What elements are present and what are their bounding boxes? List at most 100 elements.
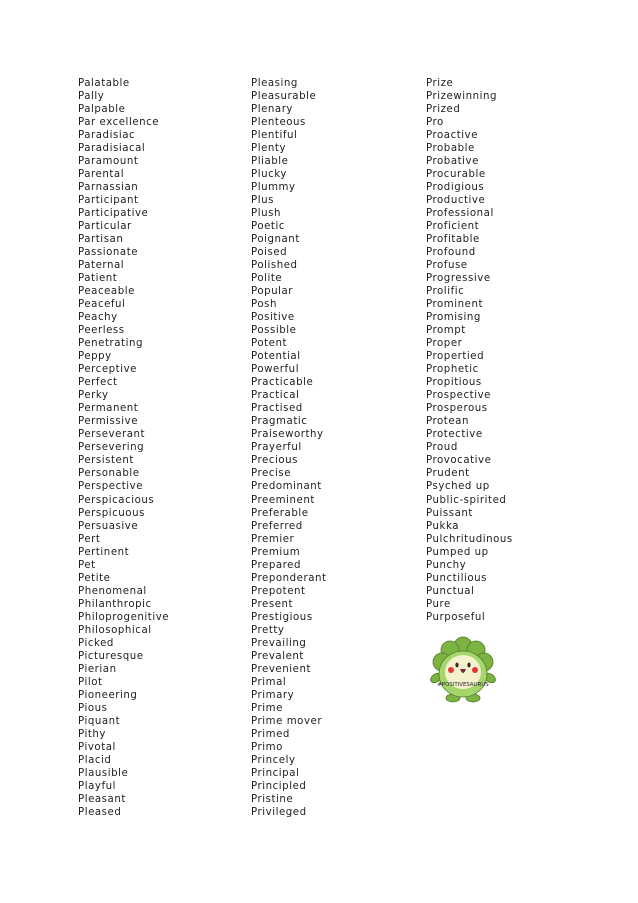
document-page: Palatable Pally Palpable Par excellence Para… bbox=[0, 0, 638, 903]
word-item: Professional bbox=[426, 208, 494, 220]
word-item: Prayerful bbox=[251, 442, 302, 454]
word-item: Perspective bbox=[78, 481, 144, 493]
word-item: Purposeful bbox=[426, 611, 486, 623]
positivesaurus-mascot-image: #POSITIVESAURUS bbox=[430, 636, 496, 703]
word-item: Prodigious bbox=[426, 182, 485, 194]
word-item: Propertied bbox=[426, 351, 485, 363]
word-item: Persistent bbox=[78, 455, 134, 467]
word-item: Prevenient bbox=[251, 663, 311, 675]
word-item: Prized bbox=[426, 104, 461, 116]
word-item: Parnassian bbox=[78, 182, 139, 194]
word-item: Pumped up bbox=[426, 546, 489, 558]
word-item: Passionate bbox=[78, 247, 139, 259]
word-item: Philoprogenitive bbox=[78, 611, 170, 623]
word-item: Pleasing bbox=[251, 78, 298, 89]
word-item: Probable bbox=[426, 143, 475, 155]
word-item: Powerful bbox=[251, 364, 300, 376]
word-item: Practicable bbox=[251, 377, 314, 389]
word-item: Prominent bbox=[426, 299, 484, 311]
word-item: Primo bbox=[251, 741, 283, 753]
word-item: Permissive bbox=[78, 416, 139, 428]
word-item: Pretty bbox=[251, 624, 285, 636]
word-item: Principled bbox=[251, 780, 307, 792]
word-item: Prizewinning bbox=[426, 91, 498, 103]
word-item: Pure bbox=[426, 598, 451, 610]
word-item: Plucky bbox=[251, 169, 287, 181]
word-item: Primed bbox=[251, 728, 290, 740]
word-item: Plenteous bbox=[251, 117, 306, 129]
word-item: Permanent bbox=[78, 403, 139, 415]
word-item: Pragmatic bbox=[251, 416, 308, 428]
word-item: Prestigious bbox=[251, 611, 313, 623]
word-item: Paramount bbox=[78, 156, 139, 168]
word-item: Penetrating bbox=[78, 338, 143, 350]
word-item: Palatable bbox=[78, 78, 130, 89]
word-item: Prospective bbox=[426, 390, 491, 402]
word-item: Preponderant bbox=[251, 572, 327, 584]
word-item: Philanthropic bbox=[78, 598, 152, 610]
word-item: Profitable bbox=[426, 234, 480, 246]
word-item: Prepotent bbox=[251, 585, 306, 597]
word-item: Punctual bbox=[426, 585, 475, 597]
word-item: Patient bbox=[78, 273, 118, 285]
word-item: Philosophical bbox=[78, 624, 152, 636]
word-item: Pally bbox=[78, 91, 105, 103]
word-item: Prime mover bbox=[251, 715, 323, 727]
word-item: Pleasant bbox=[78, 793, 126, 805]
word-item: Piquant bbox=[78, 715, 121, 727]
word-item: Prepared bbox=[251, 559, 302, 571]
word-item: Pilot bbox=[78, 676, 103, 688]
mascot-left-eye bbox=[455, 662, 459, 668]
word-item: Pertinent bbox=[78, 546, 130, 558]
word-item: Participant bbox=[78, 195, 139, 207]
word-item: Proper bbox=[426, 338, 463, 350]
word-item: Positive bbox=[251, 312, 295, 324]
word-item: Public-spirited bbox=[426, 494, 507, 506]
word-item: Practical bbox=[251, 390, 300, 402]
word-item: Premier bbox=[251, 533, 295, 545]
word-item: Pithy bbox=[78, 728, 106, 740]
word-item: Perky bbox=[78, 390, 109, 402]
mascot-caption: #POSITIVESAURUS bbox=[437, 682, 489, 688]
word-item: Precise bbox=[251, 468, 292, 480]
word-item: Polished bbox=[251, 260, 298, 272]
word-item: Psyched up bbox=[426, 481, 490, 493]
word-item: Perceptive bbox=[78, 364, 137, 376]
word-item: Poetic bbox=[251, 221, 286, 233]
word-item: Pierian bbox=[78, 663, 117, 675]
word-item: Probative bbox=[426, 156, 479, 168]
word-item: Paradisiacal bbox=[78, 143, 146, 155]
word-item: Pleased bbox=[78, 806, 122, 818]
word-item: Potential bbox=[251, 351, 301, 363]
word-item: Peaceful bbox=[78, 299, 126, 311]
word-item: Plausible bbox=[78, 767, 129, 779]
word-item: Protective bbox=[426, 429, 483, 441]
word-item: Prize bbox=[426, 78, 454, 89]
word-item: Perfect bbox=[78, 377, 118, 389]
word-item: Predominant bbox=[251, 481, 322, 493]
word-item: Perspicacious bbox=[78, 494, 155, 506]
word-item: Plenty bbox=[251, 143, 287, 155]
mascot-left-cheek bbox=[448, 667, 454, 673]
word-item: Perspicuous bbox=[78, 507, 145, 519]
word-item: Pious bbox=[78, 702, 108, 714]
word-item: Playful bbox=[78, 780, 116, 792]
word-item: Phenomenal bbox=[78, 585, 147, 597]
word-item: Poised bbox=[251, 247, 288, 259]
word-item: Pet bbox=[78, 559, 96, 571]
word-item: Pulchritudinous bbox=[426, 533, 513, 545]
word-item: Partisan bbox=[78, 234, 124, 246]
word-item: Punchy bbox=[426, 559, 467, 571]
word-item: Participative bbox=[78, 208, 149, 220]
word-item: Proficient bbox=[426, 221, 480, 233]
word-item: Primal bbox=[251, 676, 287, 688]
word-item: Parental bbox=[78, 169, 125, 181]
word-item: Prime bbox=[251, 702, 283, 714]
word-item: Principal bbox=[251, 767, 300, 779]
word-item: Peaceable bbox=[78, 286, 135, 298]
word-item: Polite bbox=[251, 273, 283, 285]
word-item: Pivotal bbox=[78, 741, 116, 753]
word-item: Prevailing bbox=[251, 637, 307, 649]
word-item: Progressive bbox=[426, 273, 491, 285]
word-item: Procurable bbox=[426, 169, 486, 181]
